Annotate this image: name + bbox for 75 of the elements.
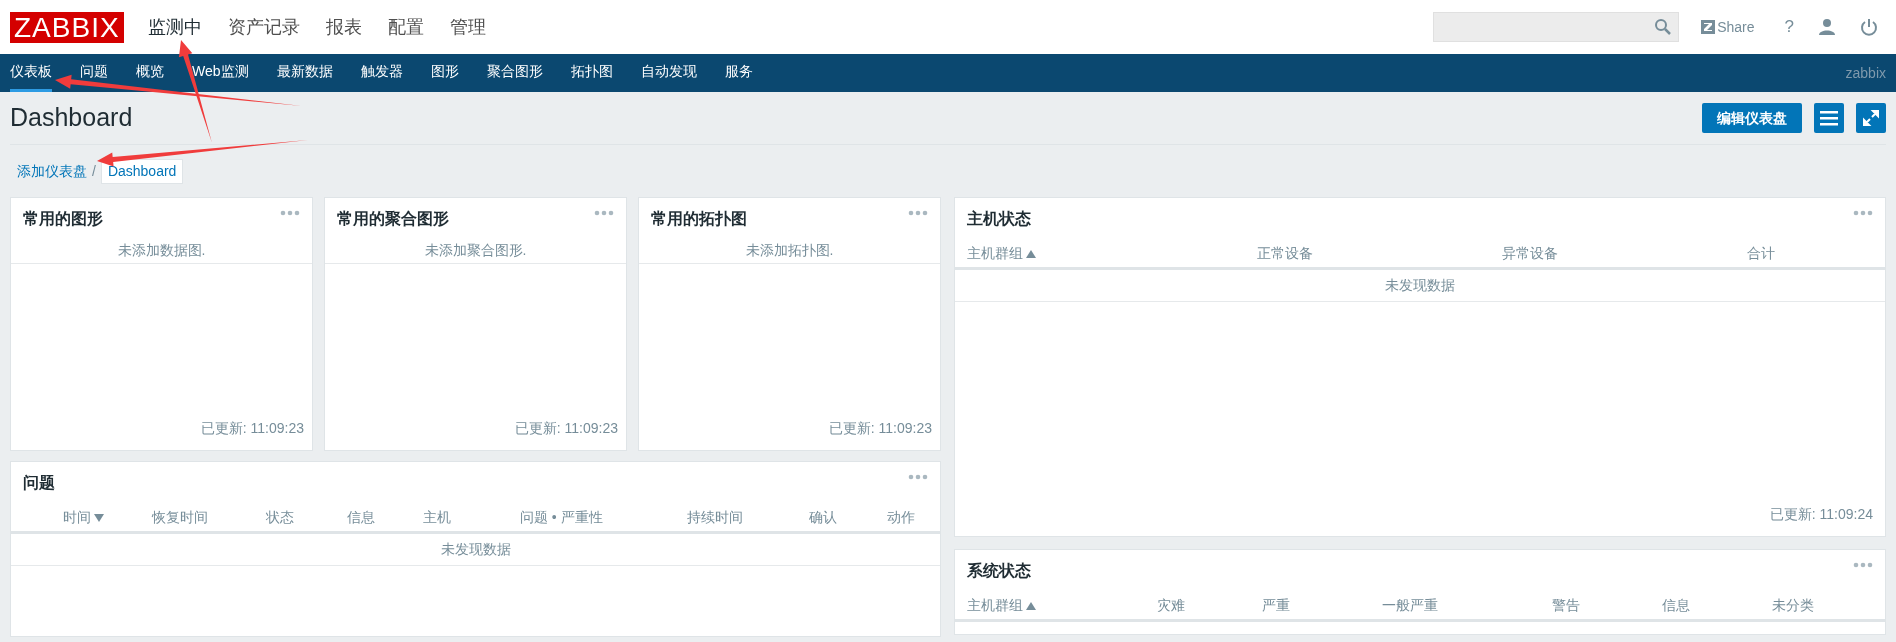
edit-dashboard-button[interactable]: 编辑仪表盘	[1702, 103, 1802, 133]
more-options-icon[interactable]	[908, 210, 928, 216]
column-header[interactable]: 恢复时间	[152, 507, 209, 528]
last-updated-text: 已更新: 11:09:23	[514, 419, 618, 438]
empty-widget-message: 未添加拓扑图.	[745, 241, 834, 260]
widget-title: 主机状态	[967, 209, 1031, 229]
last-updated-text: 已更新: 11:09:24	[1769, 505, 1873, 524]
sub-menu-item[interactable]: 概览	[136, 54, 164, 92]
column-header[interactable]: 正常设备	[1257, 243, 1313, 264]
sub-menu-item[interactable]: 问题	[80, 54, 108, 92]
search-icon[interactable]	[1654, 18, 1673, 36]
sub-menu-item[interactable]: 服务	[724, 54, 753, 92]
power-icon[interactable]	[1860, 18, 1878, 36]
expand-icon	[1862, 109, 1880, 127]
widget-title: 问题	[23, 473, 55, 493]
column-header[interactable]: 主机群组	[967, 243, 1036, 264]
zabbix-logo[interactable]: ZABBIX	[10, 11, 124, 43]
main-menu-item[interactable]: 配置	[387, 13, 424, 41]
column-header[interactable]: 警告	[1552, 595, 1580, 616]
sub-menu-item[interactable]: 拓扑图	[570, 54, 613, 92]
column-header[interactable]: 状态	[266, 507, 295, 528]
sub-menu-item[interactable]: Web监测	[192, 54, 249, 92]
sub-menu-item[interactable]: 自动发现	[640, 54, 697, 92]
column-header[interactable]: 信息	[346, 507, 375, 528]
menu-button[interactable]	[1814, 103, 1844, 133]
column-header[interactable]: 信息	[1662, 595, 1690, 616]
main-menu-item[interactable]: 资产记录	[227, 13, 300, 41]
column-header[interactable]: 动作	[886, 507, 915, 528]
empty-widget-message: 未添加数据图.	[117, 241, 206, 260]
breadcrumb-link[interactable]: Dashboard	[100, 158, 184, 184]
more-options-icon[interactable]	[1853, 562, 1873, 568]
empty-table-message: 未发现数据	[440, 540, 511, 559]
breadcrumb-separator: /	[92, 161, 96, 181]
sub-menu-item[interactable]: 最新数据	[276, 54, 333, 92]
column-header[interactable]: 主机	[422, 507, 451, 528]
last-updated-text: 已更新: 11:09:23	[200, 419, 304, 438]
sub-menu-item[interactable]: 聚合图形	[486, 54, 543, 92]
sub-menu-item[interactable]: 图形	[430, 54, 459, 92]
menu-icon	[1820, 110, 1838, 126]
page-title: Dashboard	[10, 102, 133, 134]
column-header[interactable]: 时间	[62, 507, 104, 528]
column-header[interactable]: 问题 • 严重性	[519, 507, 603, 528]
main-menu-item[interactable]: 监测中	[147, 13, 202, 41]
more-options-icon[interactable]	[280, 210, 300, 216]
search-field[interactable]	[1433, 12, 1680, 42]
widget-title: 常用的图形	[23, 209, 103, 229]
column-header[interactable]: 未分类	[1772, 595, 1814, 616]
share-logo-icon	[1701, 20, 1716, 34]
help-link[interactable]: ?	[1784, 14, 1794, 40]
breadcrumb-link[interactable]: 添加仪表盘	[17, 160, 87, 182]
main-menu-item[interactable]: 管理	[449, 13, 486, 41]
more-options-icon[interactable]	[1853, 210, 1873, 216]
empty-table-message: 未发现数据	[1385, 276, 1455, 295]
column-header[interactable]: 异常设备	[1502, 243, 1558, 264]
column-header[interactable]: 合计	[1747, 243, 1775, 264]
user-name: zabbix	[1845, 63, 1886, 83]
column-header[interactable]: 主机群组	[967, 595, 1036, 616]
empty-widget-message: 未添加聚合图形.	[424, 241, 527, 260]
column-header[interactable]: 严重	[1262, 595, 1290, 616]
more-options-icon[interactable]	[908, 474, 928, 480]
more-options-icon[interactable]	[594, 210, 614, 216]
column-header[interactable]: 持续时间	[687, 507, 744, 528]
share-link[interactable]: Share	[1701, 16, 1755, 38]
sub-menu-item[interactable]: 仪表板	[10, 54, 52, 92]
user-icon[interactable]	[1818, 18, 1836, 36]
main-menu-item[interactable]: 报表	[325, 13, 362, 41]
column-header[interactable]: 一般严重	[1382, 595, 1438, 616]
last-updated-text: 已更新: 11:09:23	[828, 419, 932, 438]
sub-menu-item[interactable]: 触发器	[360, 54, 403, 92]
widget-title: 常用的拓扑图	[651, 209, 747, 229]
column-header[interactable]: 确认	[808, 507, 837, 528]
widget-title: 系统状态	[967, 561, 1031, 581]
column-header[interactable]: 灾难	[1157, 595, 1185, 616]
fullscreen-button[interactable]	[1856, 103, 1886, 133]
widget-title: 常用的聚合图形	[337, 209, 449, 229]
